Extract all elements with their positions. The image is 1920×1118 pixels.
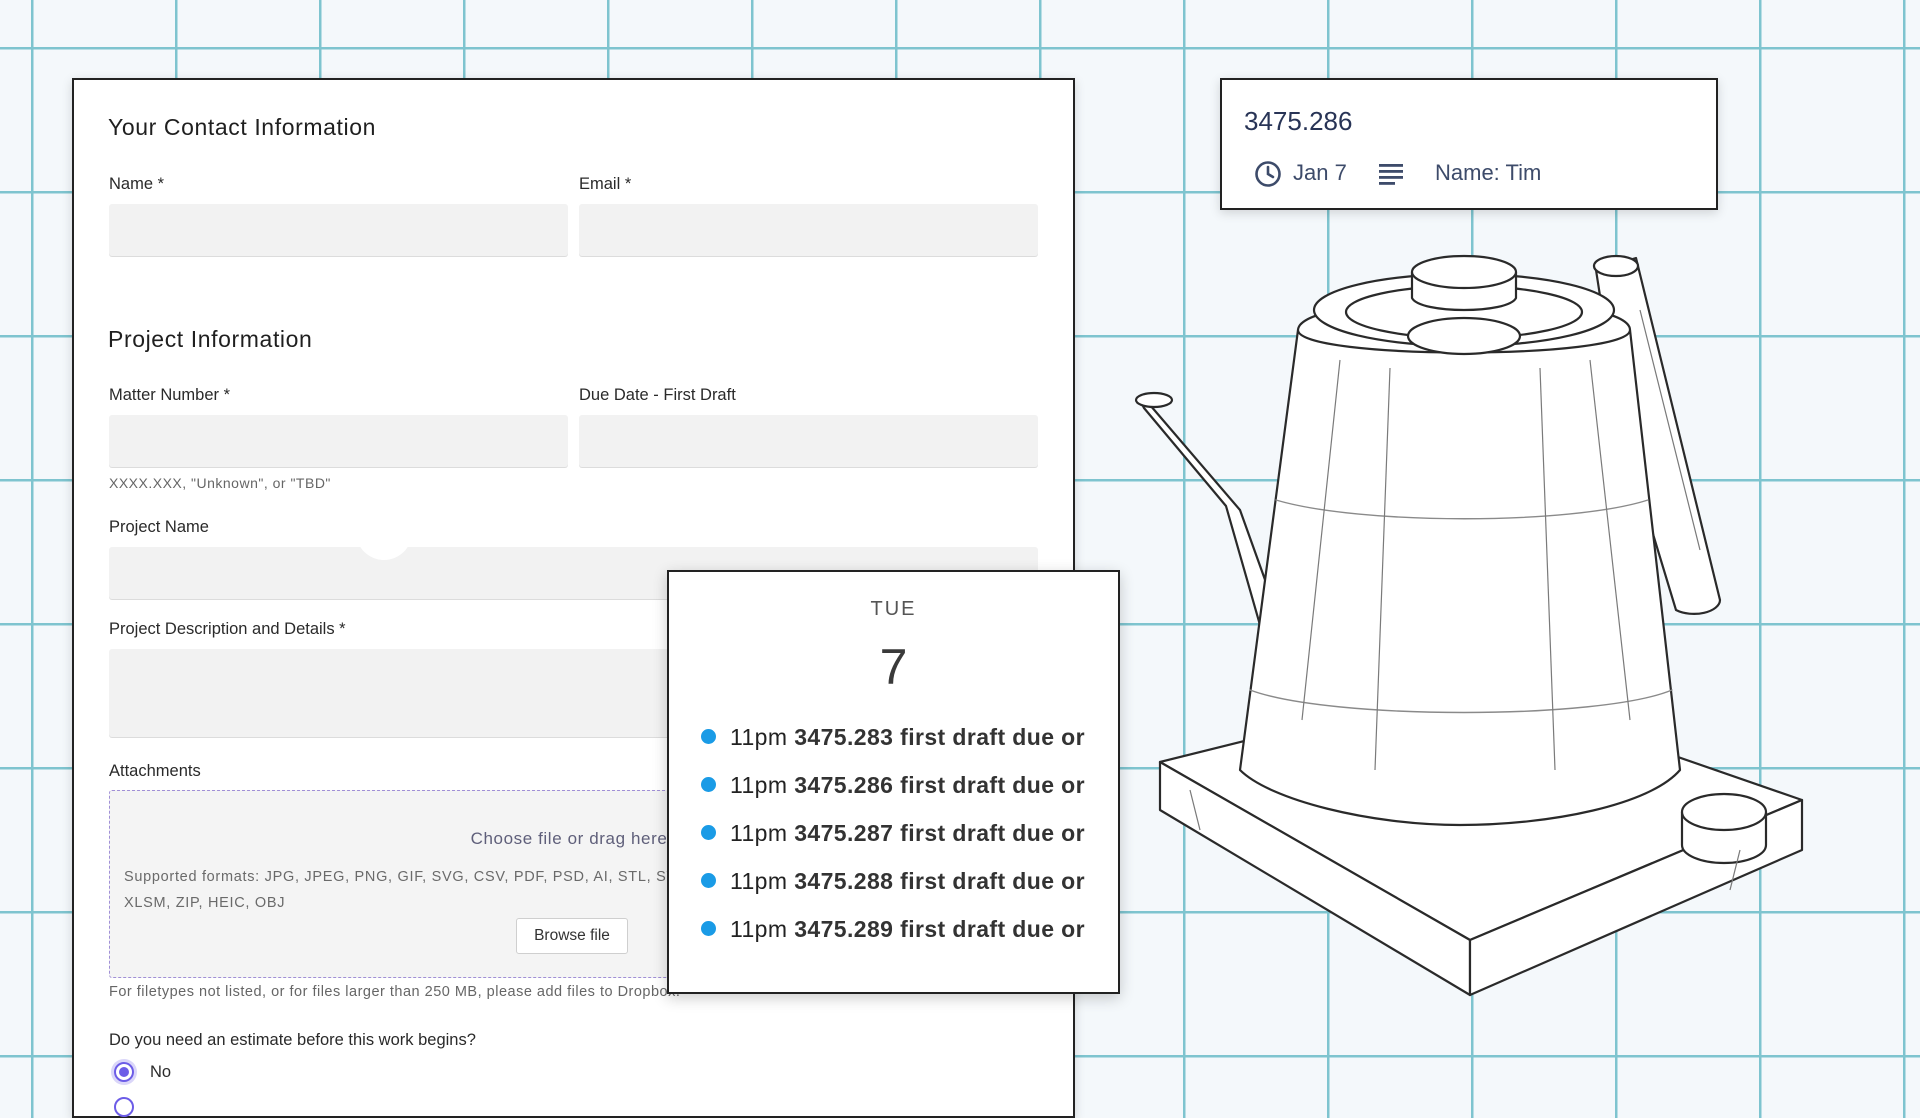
clock-icon	[1255, 161, 1281, 187]
contact-section-title: Your Contact Information	[108, 114, 376, 140]
project-name-label: Project Name	[109, 518, 209, 536]
project-section-title: Project Information	[108, 326, 313, 352]
browse-file-button[interactable]: Browse file	[516, 918, 628, 954]
event-dot-icon	[701, 777, 716, 792]
estimate-no-radio[interactable]	[114, 1062, 134, 1082]
event-time: 11pm	[730, 772, 788, 798]
event-date: Jan 7	[1293, 160, 1347, 185]
event-dot-icon	[701, 729, 716, 744]
event-text: 3475.289 first draft due or	[794, 916, 1085, 942]
event-dot-icon	[701, 921, 716, 936]
event-text: 3475.287 first draft due or	[794, 820, 1085, 846]
due-date-field[interactable]	[579, 415, 1038, 467]
event-time: 11pm	[730, 868, 788, 894]
event-text: 3475.288 first draft due or	[794, 868, 1085, 894]
day-event-item[interactable]: 11pm 3475.286 first draft due or	[701, 772, 1085, 802]
date-number[interactable]: 7	[669, 638, 1118, 696]
calendar-event-card[interactable]: 3475.286 Jan 7 Name: Tim	[1220, 78, 1718, 210]
email-label: Email *	[579, 175, 632, 193]
matter-number-hint: XXXX.XXX, "Unknown", or "TBD"	[109, 475, 331, 491]
matter-number-field[interactable]	[109, 415, 568, 467]
attachments-label: Attachments	[109, 762, 201, 780]
day-event-item[interactable]: 11pm 3475.288 first draft due or	[701, 868, 1085, 898]
email-field[interactable]	[579, 204, 1038, 256]
event-text: 3475.283 first draft due or	[794, 724, 1085, 750]
event-name: Name: Tim	[1435, 160, 1542, 185]
event-time: 11pm	[730, 724, 788, 750]
event-text: 3475.286 first draft due or	[794, 772, 1085, 798]
day-event-item[interactable]: 11pm 3475.289 first draft due or	[701, 916, 1085, 946]
estimate-question: Do you need an estimate before this work…	[109, 1031, 476, 1049]
name-label: Name *	[109, 175, 165, 193]
notes-icon	[1379, 164, 1403, 185]
day-events-popup[interactable]: TUE 7 11pm 3475.283 first draft due or 1…	[667, 570, 1120, 994]
event-time: 11pm	[730, 820, 788, 846]
name-field[interactable]	[109, 204, 568, 256]
day-event-item[interactable]: 11pm 3475.283 first draft due or	[701, 724, 1085, 754]
event-dot-icon	[701, 825, 716, 840]
kettle-illustration	[1134, 254, 1804, 997]
matter-number-label: Matter Number *	[109, 386, 231, 404]
day-event-item[interactable]: 11pm 3475.287 first draft due or	[701, 820, 1085, 850]
due-date-label: Due Date - First Draft	[579, 386, 736, 404]
event-time: 11pm	[730, 916, 788, 942]
filesize-note: For filetypes not listed, or for files l…	[109, 984, 681, 1000]
estimate-no-label[interactable]: No	[150, 1063, 171, 1082]
description-label: Project Description and Details *	[109, 620, 346, 638]
weekday-label: TUE	[870, 598, 917, 620]
estimate-yes-radio[interactable]	[114, 1097, 134, 1117]
event-dot-icon	[701, 873, 716, 888]
event-title: 3475.286	[1244, 106, 1353, 136]
